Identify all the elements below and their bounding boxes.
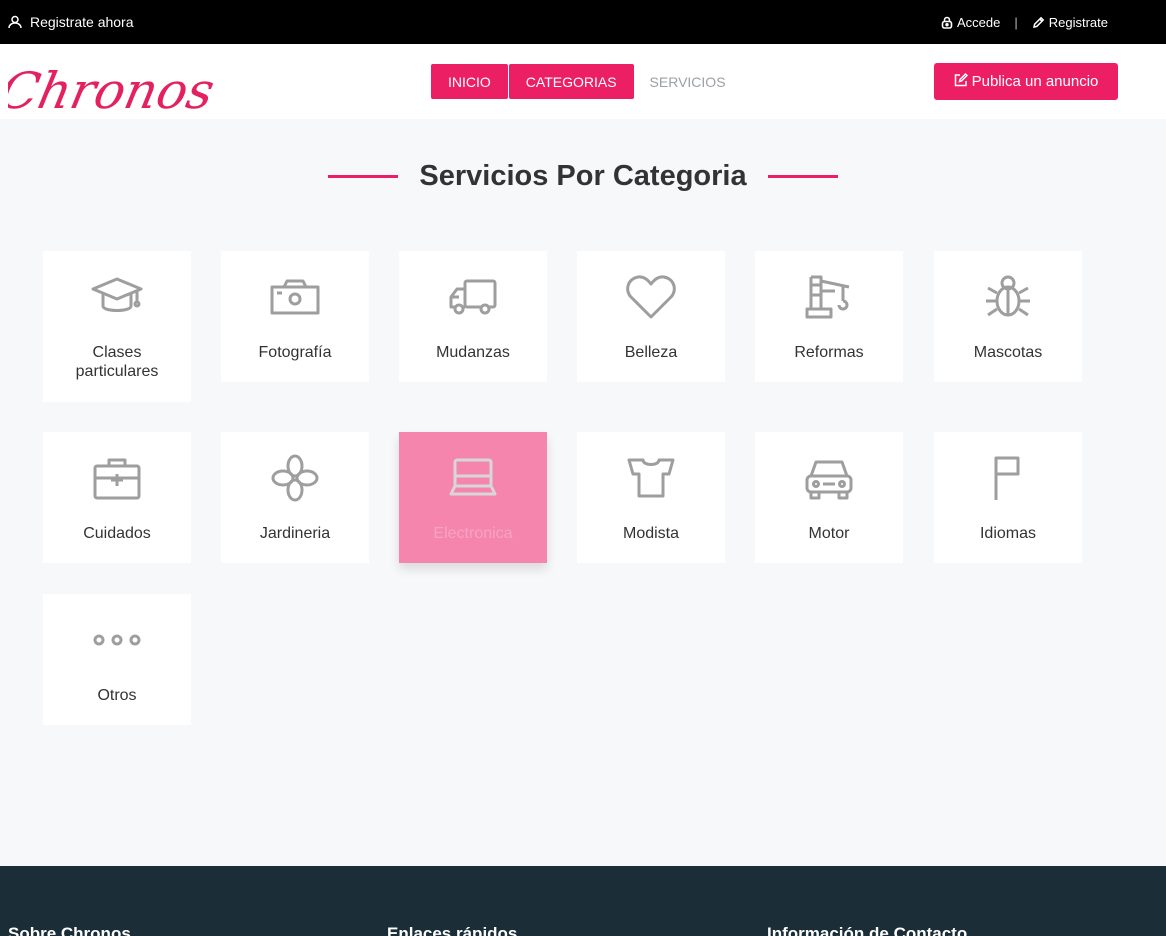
category-card-mascotas[interactable]: Mascotas xyxy=(934,251,1082,382)
title-left-line xyxy=(328,175,399,178)
category-card-jardineria[interactable]: Jardineria xyxy=(221,432,369,563)
more-dots-icon xyxy=(91,616,143,664)
laptop-icon xyxy=(447,454,499,502)
category-label: Belleza xyxy=(624,344,678,361)
category-card-electronica[interactable]: Electronica xyxy=(399,432,547,563)
category-card-belleza[interactable]: Belleza xyxy=(577,251,725,382)
category-label: Modista xyxy=(622,525,680,542)
title-right-line xyxy=(767,175,838,178)
nav-inicio[interactable]: INICIO xyxy=(431,64,508,99)
category-label: Fotografía xyxy=(258,344,332,361)
graduation-cap-icon xyxy=(91,273,143,321)
heart-icon xyxy=(625,273,677,321)
camera-icon xyxy=(269,273,321,321)
shirt-icon xyxy=(625,454,677,502)
category-label: Motor xyxy=(808,525,850,542)
category-card-modista[interactable]: Modista xyxy=(577,432,725,563)
footer-heading-contact: Información de Contacto xyxy=(767,924,968,936)
user-icon xyxy=(8,15,22,29)
category-card-reformas[interactable]: Reformas xyxy=(755,251,903,382)
login-label: Accede xyxy=(956,14,1001,30)
category-label: Cuidados xyxy=(83,525,151,542)
category-label: Mudanzas xyxy=(436,344,510,361)
register-label: Registrate xyxy=(1048,14,1108,30)
edit-icon xyxy=(954,72,968,91)
lock-icon xyxy=(941,16,953,29)
category-label: Jardineria xyxy=(259,525,331,542)
flower-icon xyxy=(269,454,321,502)
category-card-cuidados[interactable]: Cuidados xyxy=(43,432,191,563)
register-link[interactable]: Registrate xyxy=(1032,15,1108,30)
nav-servicios[interactable]: SERVICIOS xyxy=(634,64,742,99)
section-title: Servicios Por Categoria xyxy=(419,160,747,192)
footer-heading-links: Enlaces rápidos xyxy=(387,924,518,936)
nav-categorias[interactable]: CATEGORIAS xyxy=(508,64,634,99)
login-link[interactable]: Accede xyxy=(941,15,1000,30)
main-nav: INICIO CATEGORIAS SERVICIOS xyxy=(431,64,742,99)
register-now-label: Registrate ahora xyxy=(30,14,134,30)
category-label: Clases particulares xyxy=(75,344,159,380)
category-card-idiomas[interactable]: Idiomas xyxy=(934,432,1082,563)
category-card-mudanzas[interactable]: Mudanzas xyxy=(399,251,547,382)
topbar-separator: | xyxy=(1014,14,1018,30)
category-card-fotografia[interactable]: Fotografía xyxy=(221,251,369,382)
category-label: Electronica xyxy=(433,525,513,542)
publish-ad-label: Publica un anuncio xyxy=(971,73,1099,90)
truck-icon xyxy=(447,273,499,321)
pencil-icon xyxy=(1032,16,1045,29)
category-label: Reformas xyxy=(794,344,864,361)
footer: Sobre Chronos Enlaces rápidos Informació… xyxy=(0,866,1166,936)
main-header: Chronos INICIO CATEGORIAS SERVICIOS Publ… xyxy=(0,44,1166,120)
flag-icon xyxy=(982,454,1034,502)
section-heading: Servicios Por Categoria xyxy=(0,160,1166,193)
category-label: Idiomas xyxy=(979,525,1037,542)
publish-ad-button[interactable]: Publica un anuncio xyxy=(934,63,1118,100)
footer-heading-about: Sobre Chronos xyxy=(8,924,131,936)
top-bar: Registrate ahora Accede | Registrate xyxy=(0,0,1166,44)
category-card-motor[interactable]: Motor xyxy=(755,432,903,563)
crane-icon xyxy=(803,273,855,321)
bug-icon xyxy=(982,273,1034,321)
register-now-link[interactable]: Registrate ahora xyxy=(8,0,134,44)
category-label: Mascotas xyxy=(973,344,1043,361)
category-label: Otros xyxy=(97,687,137,704)
category-card-otros[interactable]: Otros xyxy=(43,594,191,725)
chronos-logo[interactable]: Chronos xyxy=(0,48,220,125)
svg-text:Chronos: Chronos xyxy=(8,62,213,120)
car-icon xyxy=(803,454,855,502)
category-card-clases[interactable]: Clases particulares xyxy=(43,251,191,402)
first-aid-kit-icon xyxy=(91,454,143,502)
